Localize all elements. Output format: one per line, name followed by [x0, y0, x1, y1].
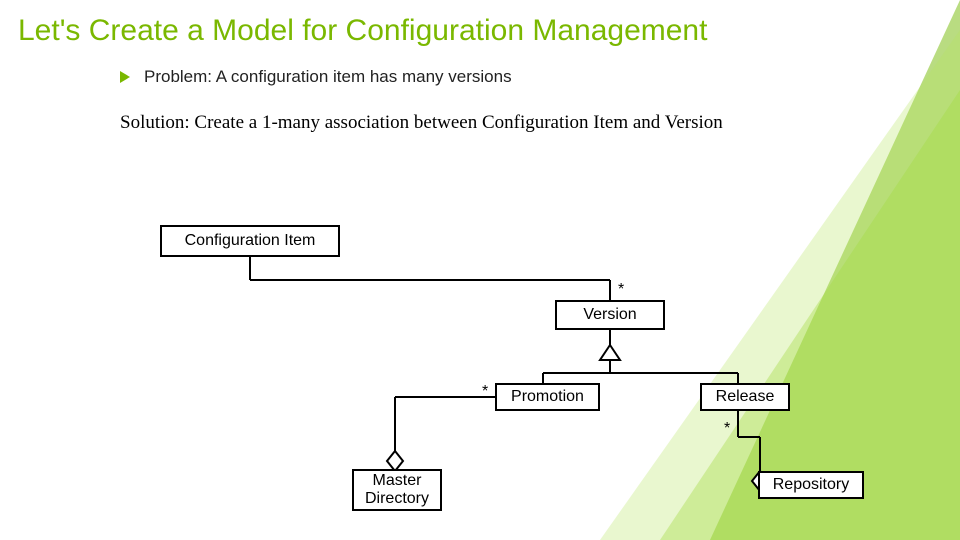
- box-release: Release: [700, 383, 790, 411]
- box-configuration-item: Configuration Item: [160, 225, 340, 257]
- multiplicity-star-version: *: [618, 281, 624, 299]
- multiplicity-star-release: *: [724, 420, 730, 438]
- box-version: Version: [555, 300, 665, 330]
- multiplicity-star-promotion: *: [482, 383, 488, 401]
- problem-text: Problem: A configuration item has many v…: [144, 67, 512, 87]
- bullet-arrow-icon: [120, 71, 130, 83]
- uml-diagram: Configuration Item Version Promotion Rel…: [0, 215, 960, 515]
- box-promotion: Promotion: [495, 383, 600, 411]
- box-master-directory: Master Directory: [352, 469, 442, 511]
- diagram-connectors: [0, 215, 960, 515]
- box-repository: Repository: [758, 471, 864, 499]
